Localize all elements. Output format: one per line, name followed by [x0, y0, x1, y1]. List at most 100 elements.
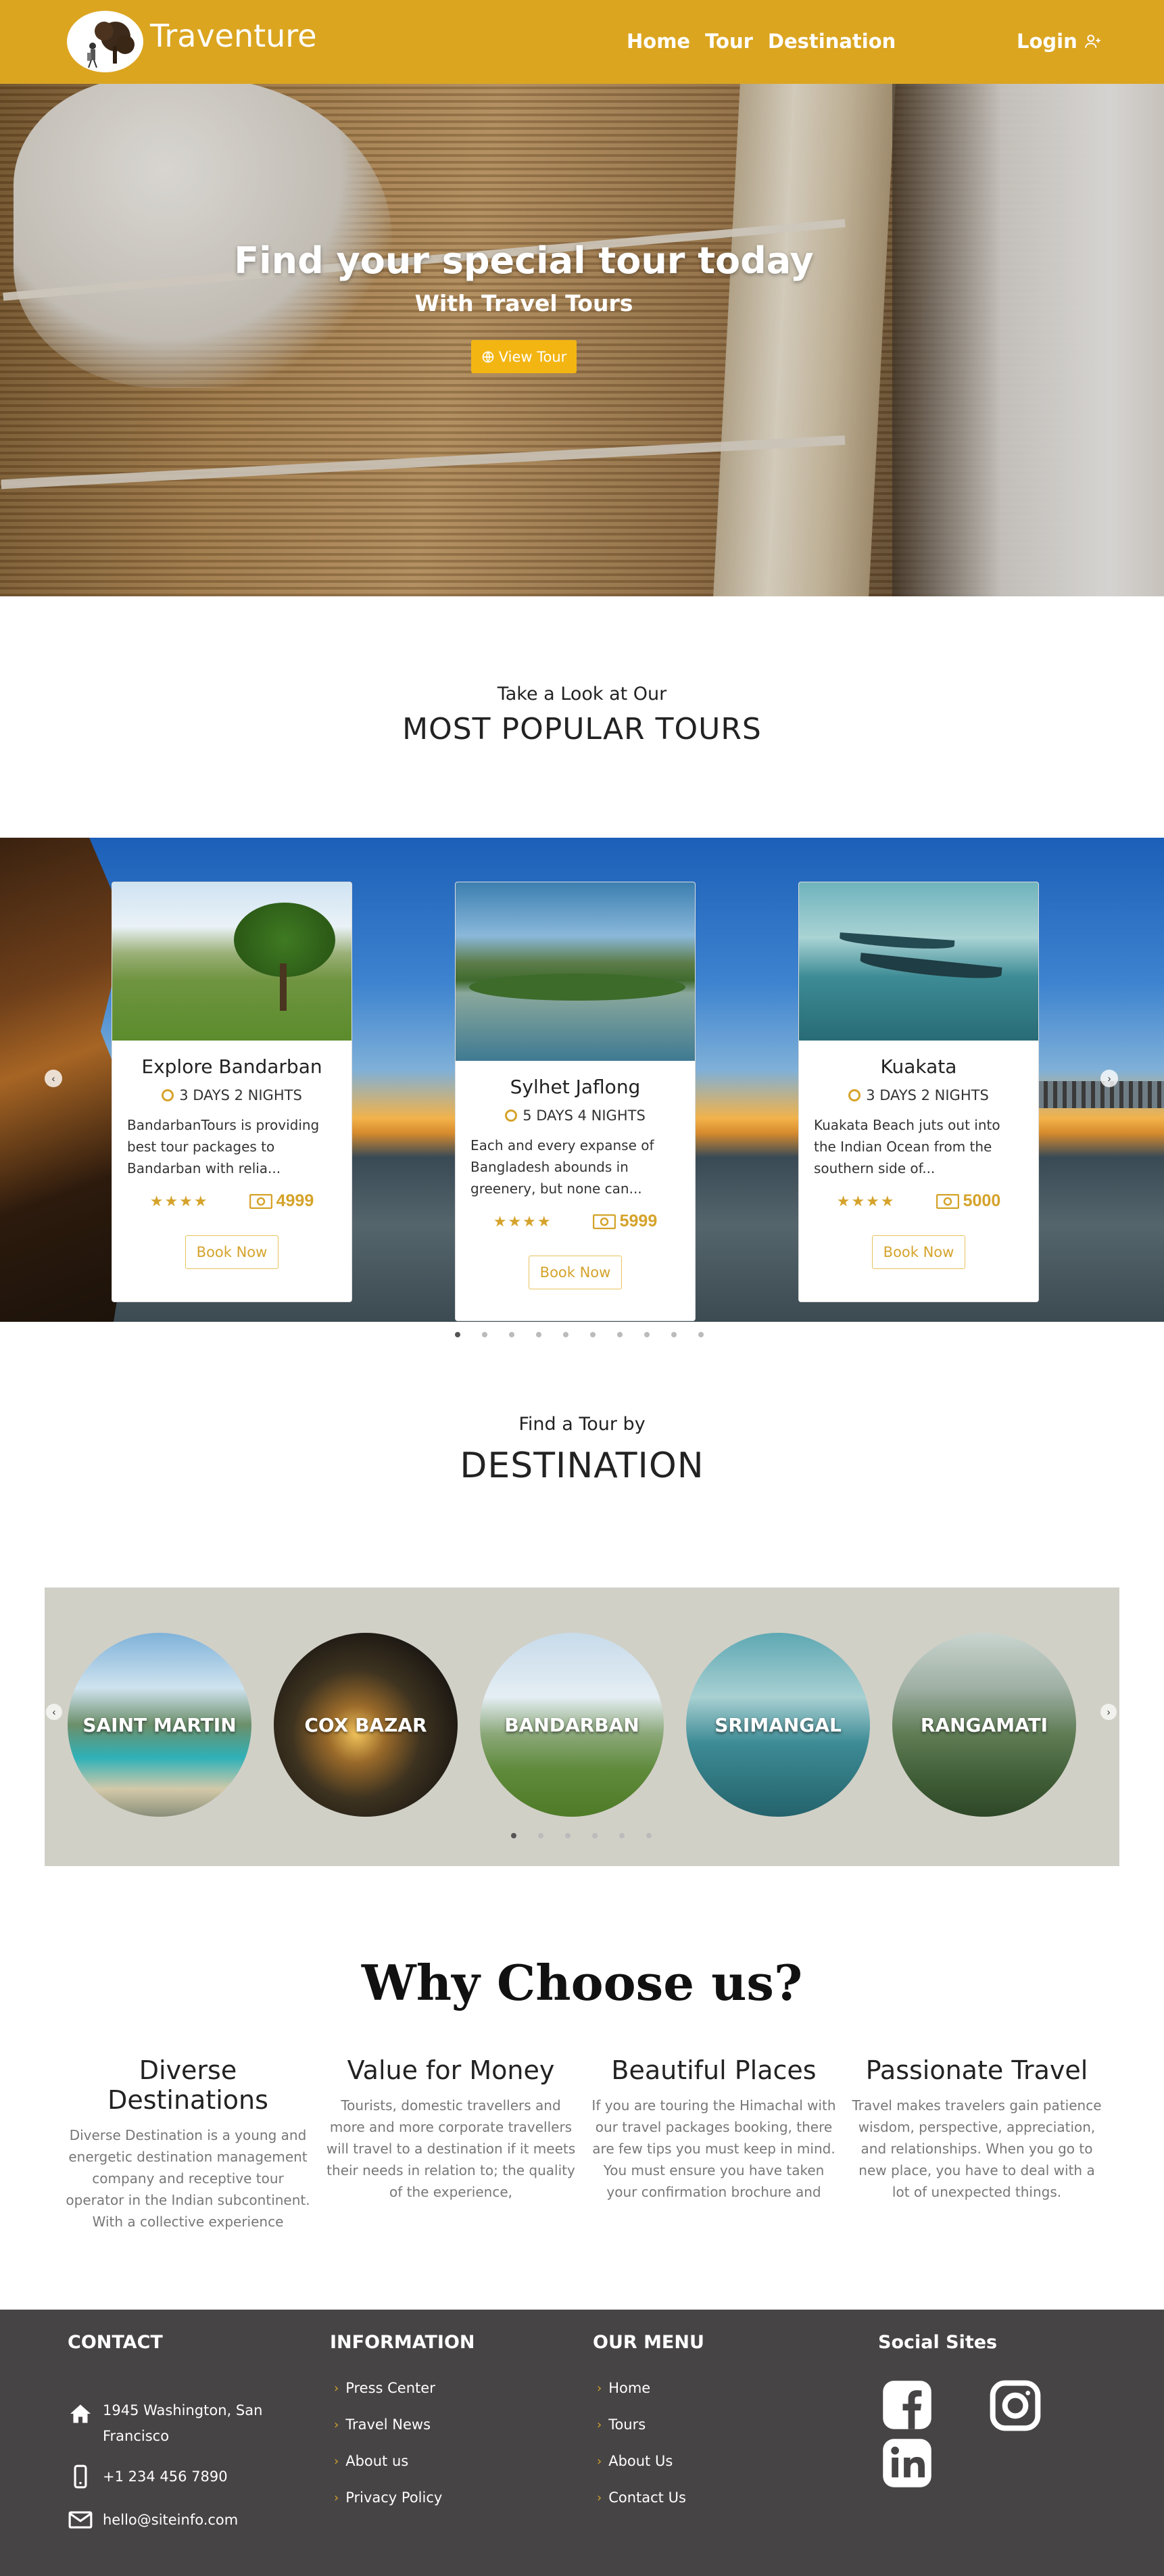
tour-duration-text: 3 DAYS 2 NIGHTS — [866, 1087, 989, 1103]
carousel-dot[interactable] — [511, 1833, 516, 1838]
footer-link-privacy-policy[interactable]: › Privacy Policy — [334, 2489, 442, 2506]
destination-rangamati[interactable]: RANGAMATI — [892, 1633, 1076, 1817]
tour-title: Kuakata — [880, 1055, 957, 1078]
destination-bandarban[interactable]: BANDARBAN — [480, 1633, 664, 1817]
footer-phone[interactable]: +1 234 456 7890 — [68, 2464, 228, 2489]
book-now-button[interactable]: Book Now — [872, 1235, 965, 1269]
clock-icon — [162, 1089, 174, 1101]
brand-name[interactable]: Traventure — [150, 18, 317, 54]
footer-menu-about-us[interactable]: › About Us — [597, 2453, 673, 2469]
carousel-dot[interactable] — [646, 1833, 652, 1838]
footer-link-label: About us — [345, 2453, 409, 2469]
chevron-right-icon: › — [597, 2381, 602, 2395]
footer-email[interactable]: hello@siteinfo.com — [68, 2507, 238, 2533]
destination-saint-martin[interactable]: SAINT MARTIN — [68, 1633, 251, 1817]
carousel-dot[interactable] — [592, 1833, 598, 1838]
carousel-dot[interactable] — [563, 1332, 568, 1337]
carousel-dot[interactable] — [617, 1332, 623, 1337]
linkedin-icon-svg — [883, 2439, 931, 2487]
carousel-dot[interactable] — [455, 1332, 460, 1337]
why-item-text: Diverse Destination is a young and energ… — [66, 2127, 310, 2230]
tour-description: BandarbanTours is providing best tour pa… — [127, 1117, 320, 1176]
carousel-prev-icon[interactable]: ‹ — [45, 1070, 62, 1087]
nav-tour[interactable]: Tour — [705, 30, 753, 53]
carousel-dot[interactable] — [482, 1332, 487, 1337]
carousel-dot[interactable] — [644, 1332, 650, 1337]
carousel-dot[interactable] — [538, 1833, 543, 1838]
dest-next-icon[interactable]: › — [1100, 1704, 1117, 1720]
tour-card-bandarban: Explore Bandarban 3 DAYS 2 NIGHTS Bandar… — [112, 882, 352, 1302]
add-user-icon — [1084, 34, 1100, 48]
carousel-dot[interactable] — [671, 1332, 677, 1337]
facebook-icon-svg — [883, 2381, 931, 2429]
destination-label: RANGAMATI — [920, 1713, 1048, 1736]
tour-card-jaflong: Sylhet Jaflong 5 DAYS 4 NIGHTS Each and … — [455, 882, 696, 1321]
chevron-right-icon: › — [334, 2381, 339, 2395]
carousel-dot[interactable] — [536, 1332, 541, 1337]
footer-link-label: Privacy Policy — [345, 2489, 443, 2506]
rating-stars: ★★★★ — [493, 1212, 552, 1230]
nav-destination[interactable]: Destination — [768, 30, 896, 53]
login-button[interactable]: Login — [1017, 30, 1102, 53]
footer-link-about-us[interactable]: › About us — [334, 2453, 408, 2469]
footer-link-label: Press Center — [345, 2380, 435, 2396]
tour-meta: ★★★★ 5999 — [456, 1212, 695, 1231]
chevron-right-icon: › — [334, 2454, 339, 2468]
footer-address-text: 1945 Washington, San Francisco — [103, 2402, 263, 2444]
facebook-icon[interactable] — [881, 2379, 933, 2435]
logo[interactable] — [67, 11, 143, 72]
footer-address: 1945 Washington, San Francisco — [68, 2398, 270, 2449]
footer-menu-contact-us[interactable]: › Contact Us — [597, 2489, 686, 2506]
dest-prev-icon[interactable]: ‹ — [46, 1704, 62, 1720]
hero-title: Find your special tour today — [234, 239, 814, 282]
book-now-button[interactable]: Book Now — [185, 1235, 278, 1269]
footer-link-travel-news[interactable]: › Travel News — [334, 2416, 431, 2433]
footer-link-label: Home — [608, 2380, 651, 2396]
destination-label: SAINT MARTIN — [82, 1713, 237, 1736]
tour-title: Explore Bandarban — [141, 1055, 322, 1078]
nav-home[interactable]: Home — [627, 30, 690, 53]
book-now-button[interactable]: Book Now — [529, 1256, 622, 1289]
tour-price: 5000 — [936, 1191, 1001, 1211]
tour-image — [799, 882, 1038, 1041]
footer-social-heading: Social Sites — [878, 2332, 998, 2353]
carousel-dot[interactable] — [590, 1332, 596, 1337]
footer-link-press-center[interactable]: › Press Center — [334, 2380, 435, 2396]
destination-carousel-dots — [511, 1833, 652, 1838]
footer-menu-home[interactable]: › Home — [597, 2380, 650, 2396]
tour-description: Each and every expanse of Bangladesh abo… — [470, 1137, 654, 1197]
hero-banner: Find your special tour today With Travel… — [0, 84, 1164, 596]
carousel-dot[interactable] — [509, 1332, 514, 1337]
footer-email-text: hello@siteinfo.com — [103, 2512, 239, 2528]
carousel-dot[interactable] — [619, 1833, 625, 1838]
tour-price-value: 5000 — [963, 1191, 1001, 1210]
money-icon — [936, 1193, 959, 1209]
destination-srimangal[interactable]: SRIMANGAL — [686, 1633, 870, 1817]
why-item-heading: Diverse Destinations — [107, 2055, 268, 2115]
tour-price-value: 5999 — [619, 1212, 658, 1231]
footer-menu-tours[interactable]: › Tours — [597, 2416, 646, 2433]
destination-label: COX BAZAR — [304, 1713, 427, 1736]
carousel-dot[interactable] — [565, 1833, 571, 1838]
tour-duration-text: 5 DAYS 4 NIGHTS — [523, 1107, 646, 1124]
tour-duration: 3 DAYS 2 NIGHTS — [112, 1087, 351, 1103]
linkedin-icon[interactable] — [881, 2437, 933, 2493]
footer-information-heading: INFORMATION — [330, 2332, 475, 2353]
chevron-right-icon: › — [597, 2417, 602, 2432]
destination-cox-bazar[interactable]: COX BAZAR — [274, 1633, 458, 1817]
tour-title: Sylhet Jaflong — [510, 1076, 641, 1098]
tour-image — [456, 882, 695, 1061]
why-item-heading: Passionate Travel — [865, 2055, 1088, 2085]
why-item-text: Travel makes travelers gain patience wis… — [852, 2097, 1102, 2200]
instagram-icon[interactable] — [988, 2379, 1042, 2436]
view-tour-button[interactable]: View Tour — [471, 340, 577, 373]
why-item-diverse: Diverse Destinations Diverse Destination… — [63, 2055, 313, 2233]
destination-heading: DESTINATION — [460, 1446, 704, 1486]
carousel-dot[interactable] — [698, 1332, 704, 1337]
footer-menu-heading: OUR MENU — [593, 2332, 704, 2353]
why-item-heading: Value for Money — [347, 2055, 555, 2085]
popular-tours-carousel: ‹ › Explore Bandarban 3 DAYS 2 NIGHTS Ba… — [0, 838, 1164, 1322]
footer: CONTACT 1945 Washington, San Francisco +… — [0, 2310, 1164, 2576]
destination-label: SRIMANGAL — [714, 1713, 842, 1736]
carousel-next-icon[interactable]: › — [1100, 1070, 1118, 1087]
